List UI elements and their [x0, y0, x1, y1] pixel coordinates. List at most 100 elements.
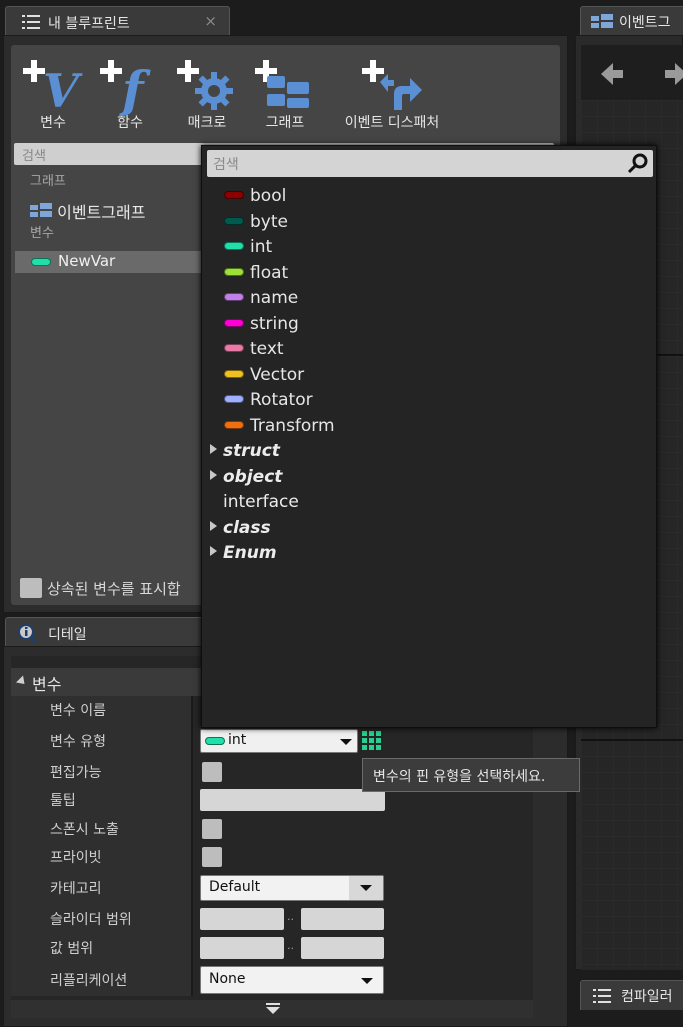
- type-option-vector[interactable]: Vector: [224, 365, 304, 389]
- type-option-string[interactable]: string: [224, 314, 299, 338]
- blueprint-search-placeholder: 검색: [22, 149, 46, 164]
- search-icon: [627, 153, 648, 174]
- replication-row-label: 리플리케이션: [50, 973, 128, 989]
- add-event-dispatcher-button[interactable]: 이벤트 디스패처: [327, 58, 457, 132]
- collapse-triangle-icon: [15, 675, 29, 688]
- expand-triangle-icon: [210, 444, 217, 454]
- variable-type-row-label: 변수 유형: [50, 734, 106, 750]
- type-option-label: float: [250, 262, 289, 283]
- type-option-float[interactable]: float: [224, 263, 288, 287]
- add-function-icon: f: [100, 58, 160, 119]
- event-graph-tab[interactable]: 이벤트그: [580, 6, 683, 36]
- close-tab-icon[interactable]: ×: [204, 12, 217, 30]
- add-macro-button[interactable]: 매크로: [172, 58, 242, 132]
- category-value: Default: [209, 879, 261, 895]
- variable-name-label: NewVar: [58, 252, 116, 270]
- editable-checkbox[interactable]: [202, 762, 222, 782]
- expand-triangle-icon: [210, 546, 217, 556]
- bool-pin-icon: [224, 191, 244, 199]
- type-option-text[interactable]: text: [224, 339, 284, 363]
- compiler-results-tab[interactable]: 컴파일러: [580, 980, 683, 1010]
- pin-type-tooltip-text: 변수의 핀 유형을 선택하세요.: [373, 769, 546, 785]
- type-option-name[interactable]: name: [224, 288, 298, 312]
- value-range-min-field[interactable]: [200, 937, 284, 959]
- type-option-label: string: [250, 313, 299, 334]
- graphs-section-label: 그래프: [30, 174, 66, 189]
- my-blueprint-tab[interactable]: 내 블루프린트 ×: [5, 6, 230, 36]
- rotator-pin-icon: [224, 395, 244, 403]
- replication-combo[interactable]: None: [200, 966, 384, 994]
- variable-name-row-label: 변수 이름: [50, 703, 106, 719]
- event-graph-icon: [30, 203, 52, 217]
- private-row-label: 프라이빗: [50, 850, 102, 866]
- text-pin-icon: [224, 344, 244, 352]
- type-option-transform[interactable]: Transform: [224, 416, 335, 440]
- show-inherited-checkbox[interactable]: [20, 578, 42, 598]
- vector-pin-icon: [224, 369, 244, 378]
- add-variable-button[interactable]: V 변수: [18, 58, 88, 132]
- type-category-object[interactable]: object: [210, 467, 282, 491]
- add-macro-icon: [177, 58, 237, 112]
- slider-range-min-field[interactable]: [200, 908, 284, 930]
- container-type-grid-icon[interactable]: [361, 730, 383, 752]
- type-category-class[interactable]: class: [210, 518, 271, 542]
- slider-range-row-label: 슬라이더 범위: [50, 912, 132, 928]
- int-pin-icon: [224, 242, 244, 250]
- replication-value: None: [209, 971, 246, 987]
- type-option-byte[interactable]: byte: [224, 212, 288, 236]
- pin-type-tooltip: 변수의 핀 유형을 선택하세요.: [362, 758, 580, 792]
- variable-type-dropdown[interactable]: int: [200, 729, 358, 753]
- byte-pin-icon: [224, 216, 244, 225]
- expand-triangle-icon: [210, 520, 217, 531]
- slider-range-separator: ..: [287, 910, 294, 923]
- tooltip-field[interactable]: [200, 789, 385, 811]
- list-icon: [22, 15, 40, 29]
- variable-type-value: int: [228, 732, 247, 748]
- details-column-divider: [191, 696, 193, 996]
- variables-section-label: 변수: [30, 226, 54, 241]
- event-graph-item[interactable]: 이벤트그래프: [30, 199, 145, 223]
- slider-range-max-field[interactable]: [301, 908, 384, 930]
- type-option-label: bool: [250, 186, 287, 206]
- category-combo[interactable]: Default: [200, 875, 384, 901]
- chevron-down-icon: [360, 885, 372, 891]
- type-option-label: text: [250, 339, 284, 359]
- compiler-list-icon: [593, 989, 611, 1003]
- type-category-label: class: [223, 517, 271, 538]
- type-category-struct[interactable]: struct: [210, 441, 280, 465]
- type-option-int[interactable]: int: [224, 237, 272, 261]
- type-category-enum[interactable]: Enum: [210, 543, 277, 567]
- forward-arrow-icon[interactable]: [661, 59, 683, 89]
- compiler-results-title: 컴파일러: [621, 989, 673, 1005]
- type-option-label: Rotator: [250, 390, 313, 410]
- add-variable-icon: V: [23, 58, 83, 118]
- event-graph-label: 이벤트그래프: [57, 203, 146, 222]
- advanced-expander[interactable]: [11, 1000, 533, 1018]
- add-macro-label: 매크로: [187, 115, 227, 131]
- type-option-bool[interactable]: bool: [224, 186, 286, 210]
- expose-on-spawn-checkbox[interactable]: [202, 819, 222, 839]
- variable-row-newvar[interactable]: NewVar: [15, 251, 205, 273]
- private-checkbox[interactable]: [202, 847, 222, 867]
- details-title: 디테일: [48, 627, 87, 643]
- expand-advanced-icon: [266, 1003, 280, 1014]
- details-tab[interactable]: 디테일: [5, 617, 230, 647]
- back-arrow-icon[interactable]: [597, 59, 627, 89]
- event-graph-tab-icon: [591, 14, 613, 28]
- expose-on-spawn-row-label: 스폰시 노출: [50, 822, 119, 838]
- type-category-interface[interactable]: interface: [210, 492, 299, 516]
- show-inherited-label: 상속된 변수를 표시합: [47, 580, 181, 598]
- variable-section-title: 변수: [32, 675, 62, 694]
- add-graph-label: 그래프: [265, 115, 305, 131]
- add-function-button[interactable]: f 함수: [95, 58, 165, 132]
- type-search-placeholder: 검색: [213, 157, 239, 173]
- info-icon: [18, 624, 37, 643]
- type-option-rotator[interactable]: Rotator: [224, 390, 313, 414]
- type-category-label: Enum: [223, 543, 277, 563]
- value-range-max-field[interactable]: [301, 937, 384, 959]
- type-search-input[interactable]: 검색: [207, 150, 653, 177]
- type-option-label: int: [250, 237, 273, 257]
- type-category-label: interface: [223, 492, 299, 512]
- name-pin-icon: [224, 293, 244, 301]
- add-graph-button[interactable]: 그래프: [250, 58, 320, 132]
